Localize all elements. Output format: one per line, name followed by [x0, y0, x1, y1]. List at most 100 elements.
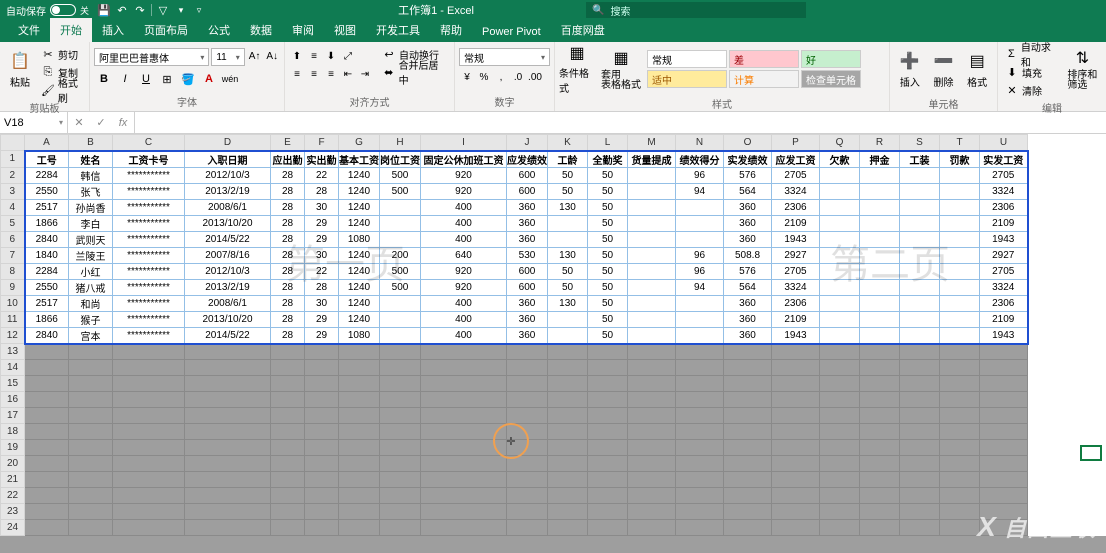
- cell-I5[interactable]: 400: [421, 215, 507, 231]
- cell-F4[interactable]: 30: [305, 199, 339, 215]
- row-header-13[interactable]: 13: [1, 344, 25, 360]
- cell-C12[interactable]: ***********: [113, 327, 185, 344]
- row-header-15[interactable]: 15: [1, 376, 25, 392]
- cell-F2[interactable]: 22: [305, 167, 339, 183]
- cell-R8[interactable]: [860, 263, 900, 279]
- cell-O5[interactable]: 360: [724, 215, 772, 231]
- formula-input[interactable]: [135, 112, 1106, 133]
- style-check[interactable]: 检查单元格: [801, 70, 861, 88]
- cell-F3[interactable]: 28: [305, 183, 339, 199]
- cell-G8[interactable]: 1240: [339, 263, 380, 279]
- cell-K6[interactable]: [548, 231, 588, 247]
- cell-U4[interactable]: 2306: [980, 199, 1028, 215]
- cell-C23[interactable]: [113, 504, 185, 520]
- cell-G20[interactable]: [339, 456, 380, 472]
- cell-R24[interactable]: [860, 520, 900, 536]
- cell-I24[interactable]: [421, 520, 507, 536]
- cell-P1[interactable]: 应发工资: [772, 151, 820, 168]
- align-top-icon[interactable]: ⬆: [289, 48, 305, 64]
- cell-P21[interactable]: [772, 472, 820, 488]
- cell-E23[interactable]: [271, 504, 305, 520]
- cell-S4[interactable]: [900, 199, 940, 215]
- cell-M20[interactable]: [628, 456, 676, 472]
- cell-H8[interactable]: 500: [380, 263, 421, 279]
- cell-Q10[interactable]: [820, 295, 860, 311]
- cell-P12[interactable]: 1943: [772, 327, 820, 344]
- cell-N8[interactable]: 96: [676, 263, 724, 279]
- number-format-combo[interactable]: 常规▾: [459, 48, 550, 66]
- cell-U1[interactable]: 实发工资: [980, 151, 1028, 168]
- cell-N1[interactable]: 绩效得分: [676, 151, 724, 168]
- cell-L12[interactable]: 50: [588, 327, 628, 344]
- cell-J21[interactable]: [507, 472, 548, 488]
- cell-I19[interactable]: [421, 440, 507, 456]
- cell-D14[interactable]: [185, 360, 271, 376]
- tab-baidu[interactable]: 百度网盘: [551, 18, 615, 42]
- cell-L17[interactable]: [588, 408, 628, 424]
- undo-icon[interactable]: ↶: [115, 3, 129, 17]
- cell-M7[interactable]: [628, 247, 676, 263]
- cell-H5[interactable]: [380, 215, 421, 231]
- cell-D7[interactable]: 2007/8/16: [185, 247, 271, 263]
- indent-dec-icon[interactable]: ⇤: [340, 66, 356, 82]
- cell-F6[interactable]: 29: [305, 231, 339, 247]
- cell-T7[interactable]: [940, 247, 980, 263]
- cell-D3[interactable]: 2013/2/19: [185, 183, 271, 199]
- cell-L16[interactable]: [588, 392, 628, 408]
- fx-icon[interactable]: fx: [112, 117, 134, 129]
- cell-B15[interactable]: [69, 376, 113, 392]
- cell-T1[interactable]: 罚款: [940, 151, 980, 168]
- cell-B21[interactable]: [69, 472, 113, 488]
- cell-I15[interactable]: [421, 376, 507, 392]
- cell-F9[interactable]: 28: [305, 279, 339, 295]
- col-header-M[interactable]: M: [628, 135, 676, 151]
- cell-O4[interactable]: 360: [724, 199, 772, 215]
- tab-home[interactable]: 开始: [50, 18, 92, 42]
- cell-M14[interactable]: [628, 360, 676, 376]
- cell-E2[interactable]: 28: [271, 167, 305, 183]
- format-painter-button[interactable]: 🖌格式刷: [38, 82, 85, 98]
- cell-G18[interactable]: [339, 424, 380, 440]
- cell-D17[interactable]: [185, 408, 271, 424]
- row-header-22[interactable]: 22: [1, 488, 25, 504]
- cell-G22[interactable]: [339, 488, 380, 504]
- cell-U10[interactable]: 2306: [980, 295, 1028, 311]
- autosave-toggle[interactable]: [50, 4, 76, 16]
- cell-A8[interactable]: 2284: [25, 263, 69, 279]
- merge-center-button[interactable]: ⬌合并后居中: [379, 64, 450, 80]
- cell-U8[interactable]: 2705: [980, 263, 1028, 279]
- cell-Q14[interactable]: [820, 360, 860, 376]
- cell-K20[interactable]: [548, 456, 588, 472]
- cell-N23[interactable]: [676, 504, 724, 520]
- cell-K13[interactable]: [548, 344, 588, 360]
- cut-button[interactable]: ✂剪切: [38, 46, 85, 62]
- cell-H20[interactable]: [380, 456, 421, 472]
- cell-S1[interactable]: 工装: [900, 151, 940, 168]
- align-bottom-icon[interactable]: ⬇: [323, 48, 339, 64]
- cell-R17[interactable]: [860, 408, 900, 424]
- cell-K18[interactable]: [548, 424, 588, 440]
- clear-button[interactable]: ✕清除: [1002, 82, 1061, 98]
- cell-A23[interactable]: [25, 504, 69, 520]
- comma-icon[interactable]: ,: [493, 69, 509, 85]
- cell-G10[interactable]: 1240: [339, 295, 380, 311]
- cell-G15[interactable]: [339, 376, 380, 392]
- cell-N3[interactable]: 94: [676, 183, 724, 199]
- style-bad[interactable]: 差: [729, 50, 799, 68]
- cell-H17[interactable]: [380, 408, 421, 424]
- cell-A2[interactable]: 2284: [25, 167, 69, 183]
- autosum-button[interactable]: Σ自动求和: [1002, 46, 1061, 62]
- row-header-16[interactable]: 16: [1, 392, 25, 408]
- cell-I16[interactable]: [421, 392, 507, 408]
- cell-M19[interactable]: [628, 440, 676, 456]
- cell-P9[interactable]: 3324: [772, 279, 820, 295]
- cell-T18[interactable]: [940, 424, 980, 440]
- cell-I2[interactable]: 920: [421, 167, 507, 183]
- cell-A3[interactable]: 2550: [25, 183, 69, 199]
- col-header-H[interactable]: H: [380, 135, 421, 151]
- cell-K11[interactable]: [548, 311, 588, 327]
- row-header-21[interactable]: 21: [1, 472, 25, 488]
- fill-color-button[interactable]: 🪣: [178, 69, 198, 89]
- cell-Q7[interactable]: [820, 247, 860, 263]
- cell-D20[interactable]: [185, 456, 271, 472]
